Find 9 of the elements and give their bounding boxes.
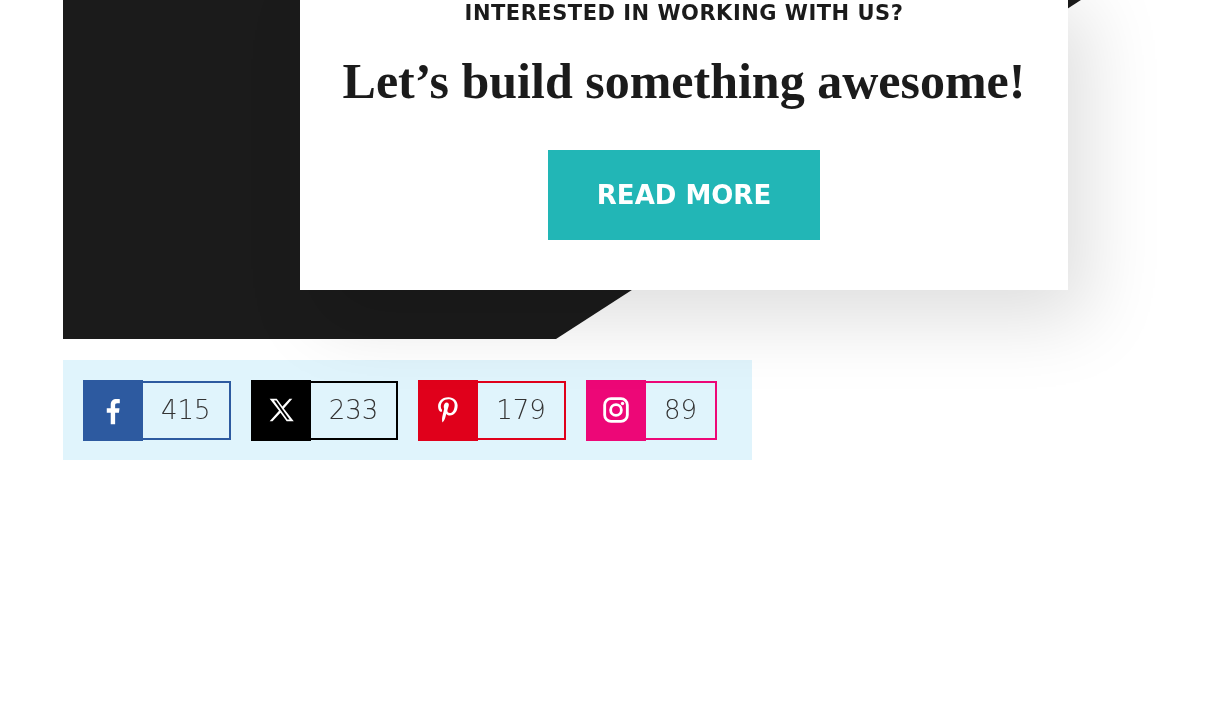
headline: Let’s build something awesome! [342, 52, 1026, 110]
read-more-button[interactable]: READ MORE [548, 150, 820, 240]
share-count: 233 [310, 380, 399, 440]
share-button[interactable] [83, 379, 143, 441]
share-count: 179 [478, 380, 566, 440]
share-count: 415 [143, 380, 231, 440]
share-count: 89 [645, 380, 717, 440]
eyebrow-text: INTERESTED IN WORKING WITH US? [464, 0, 904, 26]
share-button[interactable] [250, 379, 311, 441]
